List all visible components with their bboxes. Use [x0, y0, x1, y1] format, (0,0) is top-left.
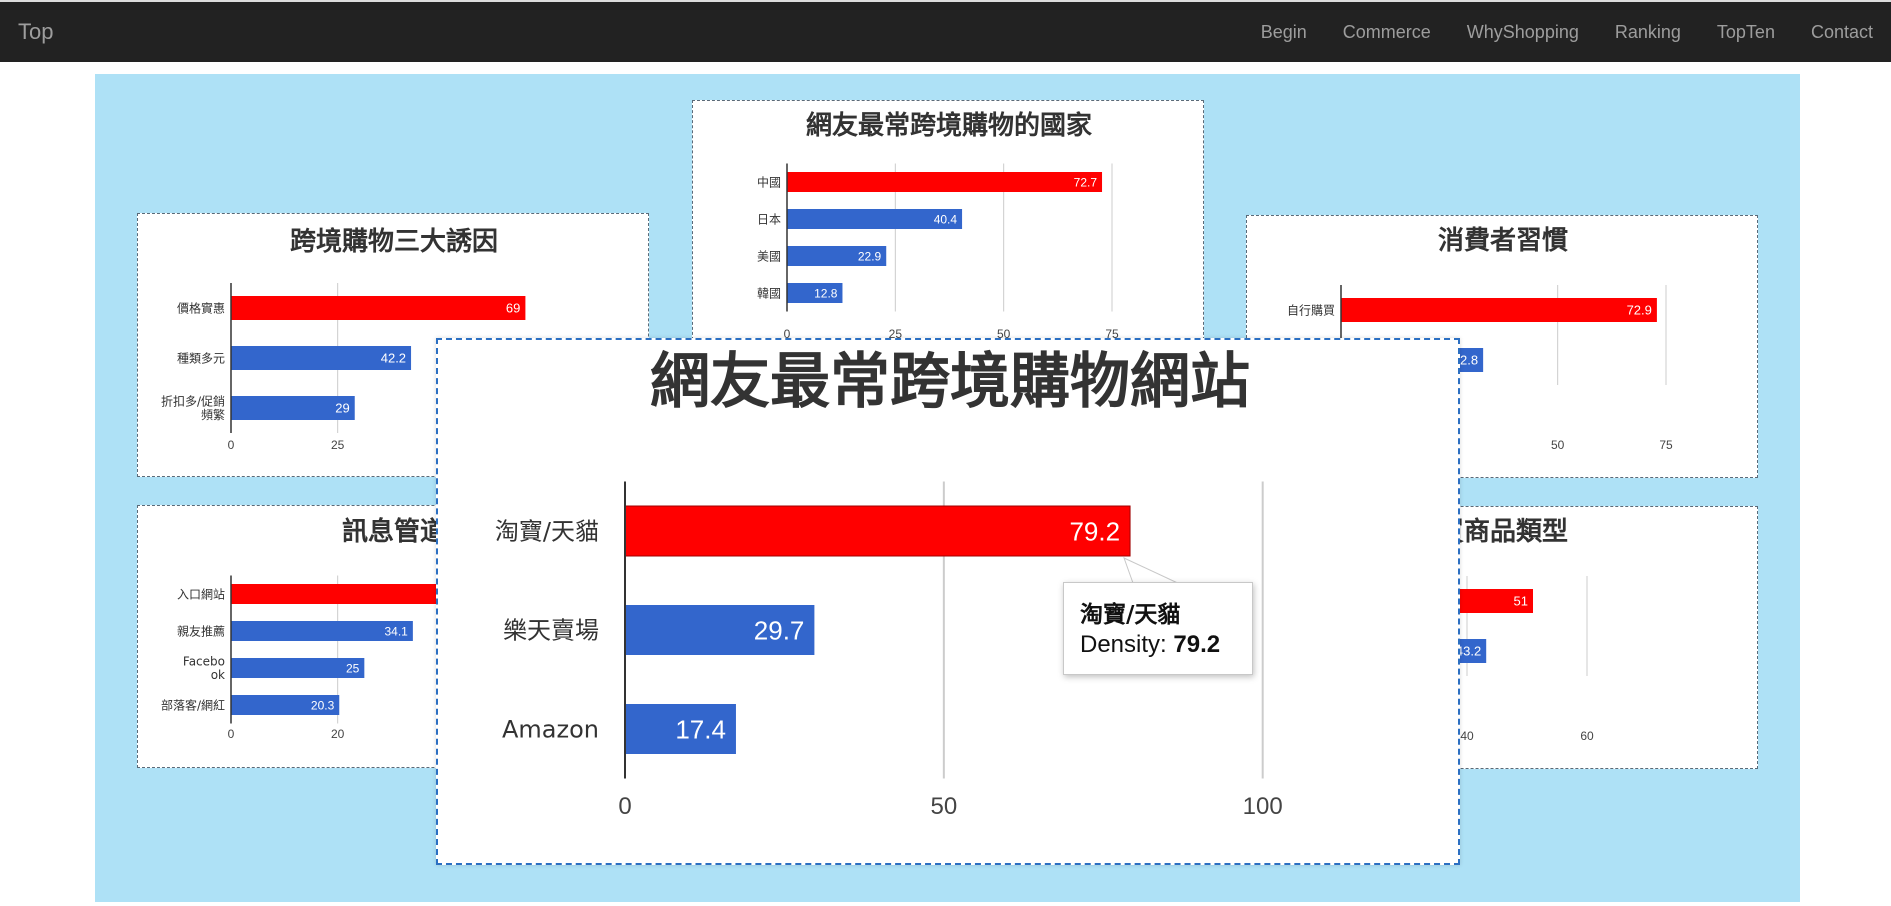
x-tick-label: 40 [1460, 729, 1474, 743]
nav-item-whyshopping[interactable]: WhyShopping [1467, 22, 1579, 43]
x-tick-label: 75 [1659, 438, 1673, 452]
nav-menu: Begin Commerce WhyShopping Ranking TopTe… [1243, 2, 1891, 62]
category-label: 入口網站 [177, 587, 225, 601]
category-label: 樂天賣場 [503, 617, 599, 645]
bar-value-label: 22.9 [858, 249, 882, 263]
chart-card-websites-focused[interactable]: 網友最常跨境購物網站 0 50 100 79.2 淘寶/天貓 29.7 樂天賣場 17.4 Ama… [436, 338, 1460, 865]
bar-value-label: 17.4 [675, 714, 726, 744]
category-label: Amazon [502, 716, 599, 744]
chart-svg-countries: 網友最常跨境購物的國家0 25 50 7572.7中國40.4日本22.9美國12.8… [757, 110, 1119, 341]
bar-value-label: 69 [506, 301, 520, 316]
bar-0[interactable] [231, 584, 471, 604]
bar-value-label: 2.8 [1460, 353, 1478, 368]
chart-title: 訊息管道 [342, 516, 446, 547]
bar-value-label: 20.3 [311, 698, 335, 712]
chart-svg-websites: 網友最常跨境購物網站 0 50 100 79.2 淘寶/天貓 29.7 樂天賣場 17.4 Ama… [495, 347, 1283, 820]
category-label: 親友推薦 [177, 624, 225, 638]
x-tick-label: 25 [331, 438, 345, 452]
brand-link[interactable]: Top [18, 19, 53, 45]
bar-0[interactable] [787, 172, 1103, 192]
tooltip-label: Density: [1080, 631, 1167, 658]
x-tick-label: 60 [1580, 729, 1594, 743]
nav-item-begin[interactable]: Begin [1261, 22, 1307, 43]
bar-value-label: 34.1 [385, 624, 409, 638]
bar-value-label: 29 [335, 401, 349, 416]
bar-value-label: 79.2 [1069, 516, 1120, 546]
nav-item-commerce[interactable]: Commerce [1343, 22, 1431, 43]
top-navbar: Top Begin Commerce WhyShopping Ranking T… [0, 0, 1891, 62]
x-tick-label: 50 [930, 793, 957, 820]
bar-value-label: 72.7 [1074, 175, 1098, 189]
chart-title: 消費者習慣 [1438, 226, 1568, 256]
x-tick-label: 20 [331, 727, 345, 741]
tooltip-value: 79.2 [1173, 631, 1221, 658]
category-label: Facebo ok [183, 654, 225, 682]
x-tick-label: 0 [228, 438, 235, 452]
chart-tooltip: 淘寶/天貓 Density: 79.2 [1063, 582, 1253, 675]
x-tick-label: 50 [1551, 438, 1565, 452]
chart-title: 網友最常跨境購物網站 [650, 347, 1250, 417]
category-label: 淘寶/天貓 [495, 518, 599, 546]
tooltip-title: 淘寶/天貓 [1080, 602, 1181, 628]
bar-0[interactable] [1341, 298, 1657, 322]
bar-value-label: 42.2 [381, 351, 406, 366]
category-label: 美國 [757, 249, 781, 263]
category-label: 韓國 [757, 286, 781, 300]
nav-item-ranking[interactable]: Ranking [1615, 22, 1681, 43]
bar-0[interactable] [624, 505, 1131, 557]
bar-value-label: 40.4 [934, 212, 958, 226]
chart-title: 網友最常跨境購物的國家 [806, 110, 1092, 141]
x-tick-label: 100 [1243, 793, 1283, 820]
nav-item-topten[interactable]: TopTen [1717, 22, 1775, 43]
category-label: 日本 [757, 212, 781, 226]
bar-value-label: 51 [1514, 594, 1528, 609]
x-tick-label: 0 [618, 793, 631, 820]
category-label: 價格實惠 [177, 300, 225, 315]
tooltip-line: Density: 79.2 [1080, 631, 1220, 659]
category-label: 自行購買 [1287, 303, 1335, 317]
bar-value-label: 29.7 [754, 615, 805, 645]
x-tick-label: 0 [228, 727, 235, 741]
category-label: 中國 [757, 174, 781, 189]
category-label: 折扣多/促銷頻繁 [161, 393, 225, 422]
bar-2[interactable] [231, 658, 365, 678]
bar-0[interactable] [231, 296, 526, 320]
bar-value-label: 25 [346, 661, 360, 675]
category-label: 種類多元 [177, 351, 225, 365]
category-label: 部落客/網紅 [161, 697, 225, 712]
nav-item-contact[interactable]: Contact [1811, 22, 1873, 43]
bar-value-label: 12.8 [814, 286, 838, 300]
chart-card-countries[interactable]: 網友最常跨境購物的國家 0 25 50 75 72.7 中國 40.4 日本 22.9 美國 12.8… [692, 100, 1204, 345]
chart-title: 跨境購物三大誘因 [290, 226, 498, 257]
bar-value-label: 72.9 [1627, 303, 1652, 318]
